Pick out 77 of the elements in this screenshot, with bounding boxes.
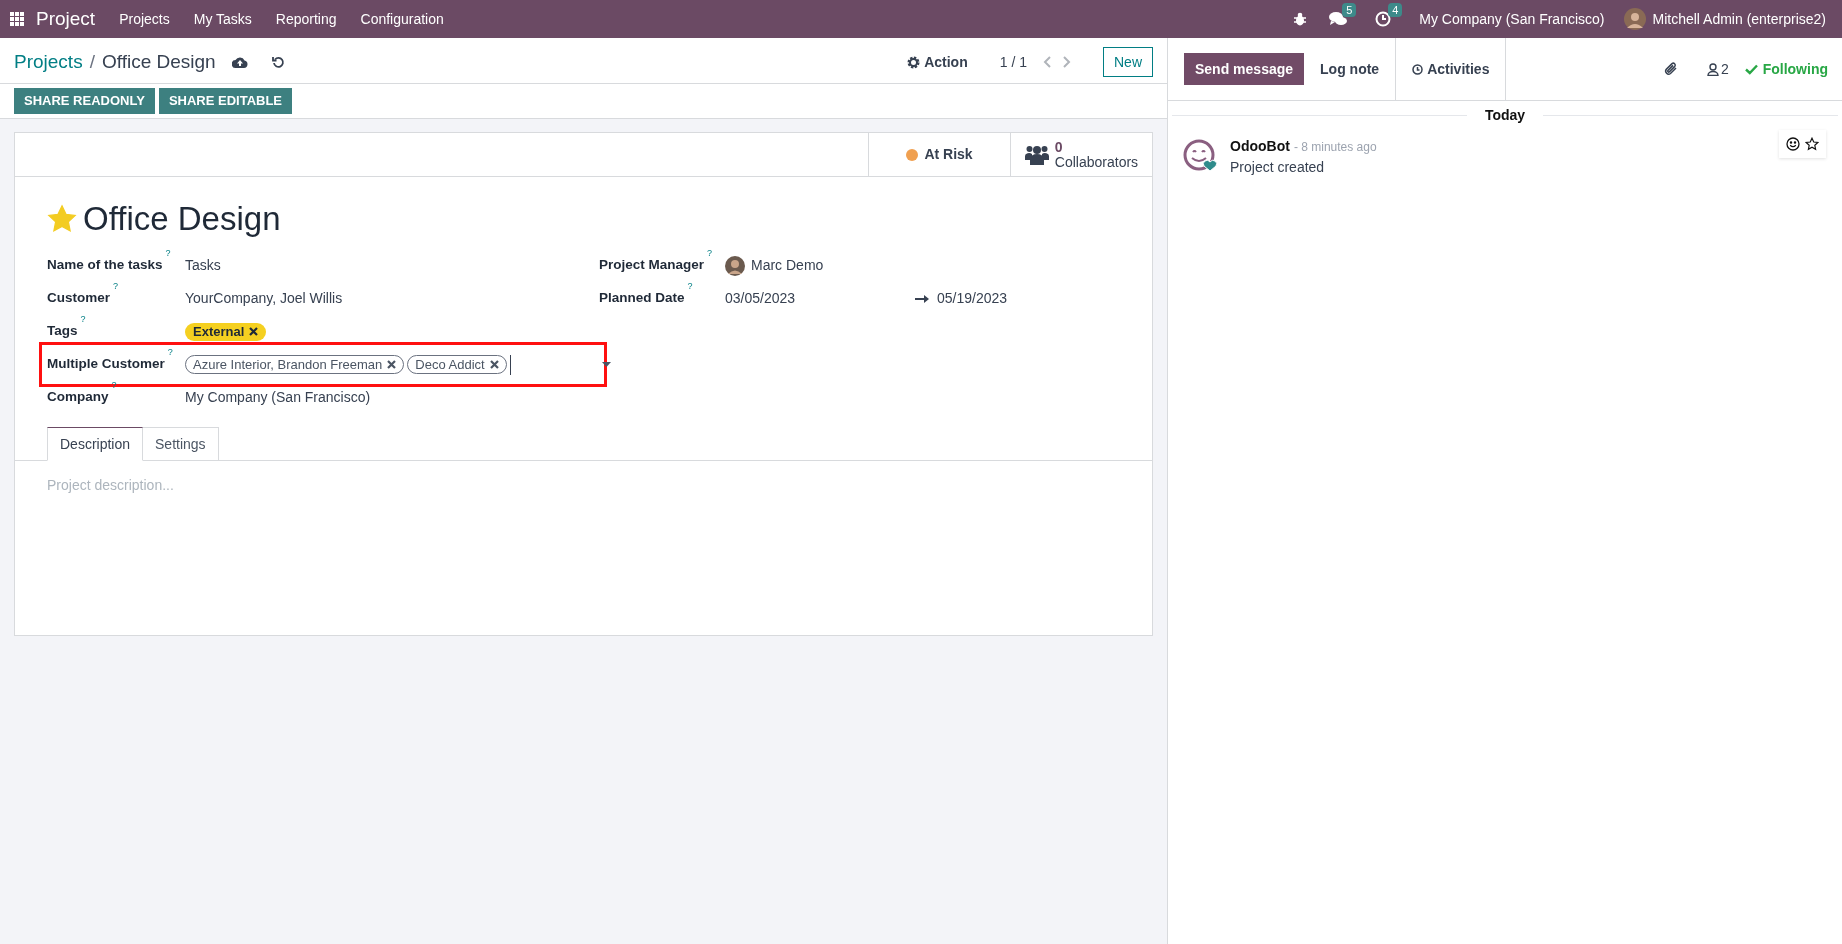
app-name[interactable]: Project xyxy=(36,4,96,34)
tag[interactable]: External xyxy=(185,322,267,341)
menu-item[interactable]: Projects xyxy=(119,8,170,30)
chat-icon xyxy=(1329,11,1348,27)
dropdown-caret-icon xyxy=(602,362,611,367)
field-label: Name of the tasks xyxy=(47,256,163,275)
new-button[interactable]: New xyxy=(1103,47,1153,77)
pager-value: 1 / 1 xyxy=(999,52,1027,72)
add-reaction-button[interactable] xyxy=(1786,137,1800,151)
remove-icon xyxy=(387,360,397,369)
remove-icon xyxy=(249,327,259,336)
menu-item[interactable]: Configuration xyxy=(360,8,444,30)
field-label: Multiple Customer xyxy=(47,355,165,374)
arrow-right-icon xyxy=(915,294,929,303)
message-body: Project created xyxy=(1230,158,1326,177)
save-button[interactable] xyxy=(229,56,250,68)
chatter-button[interactable]: Log note xyxy=(1304,37,1396,101)
field-label: Company xyxy=(47,388,109,407)
record-title: Office Design xyxy=(83,199,281,239)
field-value: YourCompany, Joel Willis xyxy=(185,289,343,308)
field-value: Marc Demo xyxy=(751,256,824,275)
user-menu[interactable]: Mitchell Admin (enterprise2) xyxy=(1652,8,1826,30)
check-icon xyxy=(1744,63,1758,75)
date-field[interactable]: 03/05/2023 xyxy=(725,288,915,309)
bug-icon xyxy=(1293,12,1308,26)
company-switcher[interactable]: My Company (San Francisco) xyxy=(1419,8,1605,30)
menu-item[interactable]: My Tasks xyxy=(193,8,252,30)
bot-avatar xyxy=(1182,138,1218,174)
cloud-upload-icon xyxy=(231,56,248,68)
star-icon[interactable] xyxy=(47,204,77,234)
attachment-button[interactable] xyxy=(1662,61,1679,77)
person-icon xyxy=(1706,62,1719,76)
menu-item[interactable]: Reporting xyxy=(275,8,337,30)
undo-icon xyxy=(271,55,285,69)
field-label: Tags xyxy=(47,322,78,341)
chatter-button[interactable]: Activities xyxy=(1395,37,1507,101)
breadcrumb-separator: / xyxy=(89,49,95,74)
paperclip-icon xyxy=(1662,61,1679,77)
group-icon xyxy=(1024,143,1049,166)
breadcrumb-current: Office Design xyxy=(101,49,216,74)
field-label: Project Manager xyxy=(599,256,705,275)
message-author: OdooBot xyxy=(1230,137,1290,156)
field-label: Customer xyxy=(47,289,110,308)
share-button[interactable]: SHARE READONLY xyxy=(14,88,155,114)
tab[interactable]: Description xyxy=(47,427,144,461)
field-value: Tasks xyxy=(185,256,221,275)
stat-button[interactable]: At Risk xyxy=(868,133,1010,176)
chevron-left-icon xyxy=(1043,56,1052,68)
user-avatar xyxy=(1624,8,1647,30)
action-button[interactable]: Action xyxy=(907,51,968,73)
field-value: My Company (San Francisco) xyxy=(185,388,371,407)
followers-button[interactable]: 2 xyxy=(1706,58,1729,80)
breadcrumb-link[interactable]: Projects xyxy=(14,47,83,77)
discard-button[interactable] xyxy=(269,55,287,69)
chatter-button[interactable]: Send message xyxy=(1184,53,1305,85)
message-time: - 8 minutes ago xyxy=(1293,139,1377,156)
activity-count-badge: 4 xyxy=(1388,3,1403,17)
date-separator: Today xyxy=(1483,106,1527,125)
apps-menu-icon[interactable] xyxy=(10,12,24,26)
remove-icon xyxy=(489,360,499,369)
stat-button[interactable]: 0 Collaborators xyxy=(1010,133,1152,176)
tab[interactable]: Settings xyxy=(143,427,219,461)
description-field[interactable]: Project description... xyxy=(47,475,1120,575)
chevron-right-icon xyxy=(1062,56,1071,68)
clock-icon xyxy=(1412,63,1424,75)
user-avatar xyxy=(725,255,745,276)
date-field[interactable]: 05/19/2023 xyxy=(937,288,1008,309)
stat-label: Collaborators xyxy=(1054,154,1139,170)
gear-icon xyxy=(907,55,921,69)
star-icon xyxy=(1805,137,1819,151)
stat-value: 0 xyxy=(1054,139,1063,155)
message-count-badge: 5 xyxy=(1342,3,1357,17)
mark-favorite-button[interactable] xyxy=(1805,137,1819,151)
field-label: Planned Date xyxy=(599,289,685,308)
share-button[interactable]: SHARE EDITABLE xyxy=(158,88,293,114)
smiley-icon xyxy=(1786,137,1800,151)
clock-icon xyxy=(1375,11,1392,27)
